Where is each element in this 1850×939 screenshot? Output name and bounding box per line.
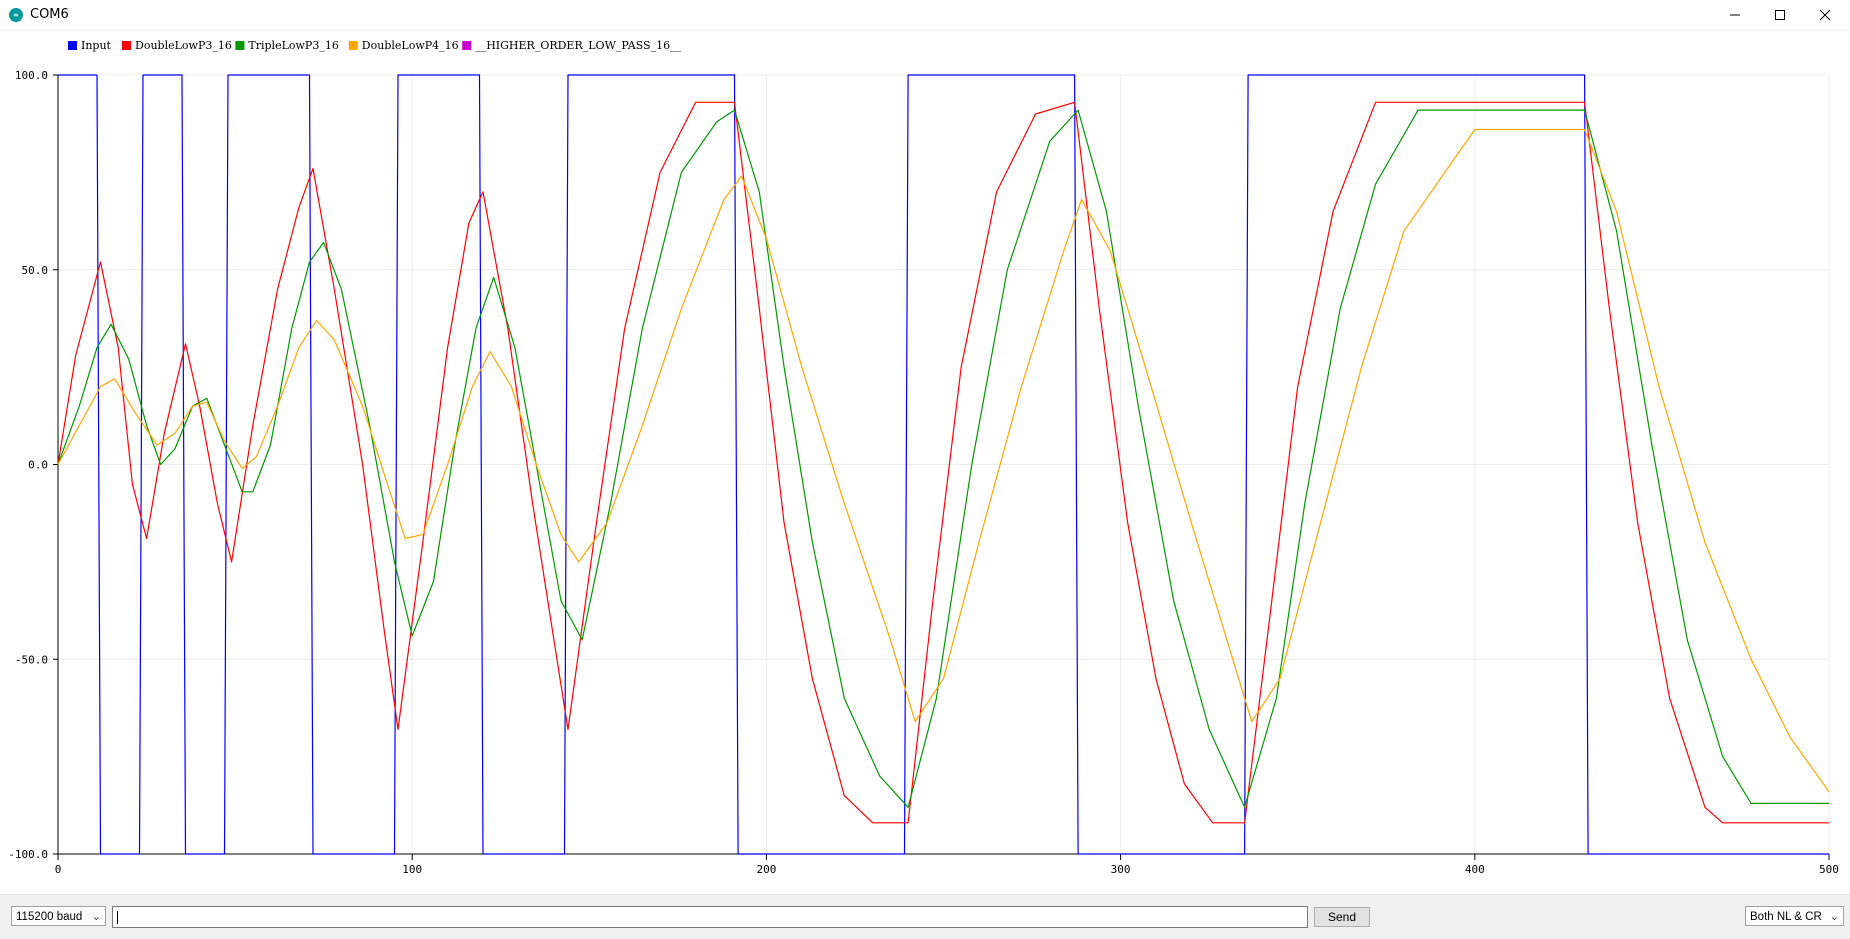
y-tick-label: 100.0	[15, 69, 48, 82]
window-title: COM6	[30, 7, 69, 22]
send-button[interactable]: Send	[1314, 907, 1370, 927]
legend: Input DoubleLowP3_16 TripleLowP3_16 DoubleL…	[68, 39, 682, 52]
x-tick-label: 200	[756, 863, 776, 876]
grid	[57, 74, 1830, 855]
arduino-logo-icon: ∞	[9, 8, 23, 22]
legend-swatch	[122, 41, 131, 50]
axes: 100.0 50.0 0.0 -50.0 -100.0 0 100 200 300 400 500	[8, 69, 1839, 876]
close-icon	[1819, 9, 1831, 21]
minimize-icon	[1730, 14, 1740, 16]
series-line-1	[57, 101, 1829, 824]
baud-rate-select[interactable]: 115200 baud ⌄	[11, 906, 106, 926]
close-button[interactable]	[1803, 0, 1847, 30]
legend-label: Input	[81, 39, 112, 52]
maximize-icon	[1775, 10, 1785, 20]
legend-label: TripleLowP3_16	[248, 39, 338, 52]
line-ending-value: Both NL & CR	[1750, 911, 1822, 923]
x-tick-label: 400	[1465, 863, 1485, 876]
minimize-button[interactable]	[1713, 0, 1757, 30]
legend-swatch	[68, 41, 77, 50]
maximize-button[interactable]	[1758, 0, 1802, 30]
serial-input[interactable]	[112, 906, 1308, 928]
x-tick-label: 500	[1819, 863, 1839, 876]
legend-swatch	[235, 41, 245, 50]
text-caret	[117, 911, 118, 924]
line-ending-select[interactable]: Both NL & CR ⌄	[1745, 906, 1844, 926]
legend-label: __HIGHER_ORDER_LOW_PASS_16__	[475, 39, 681, 52]
serial-plotter-chart: Input DoubleLowP3_16 TripleLowP3_16 DoubleL…	[8, 39, 1839, 876]
legend-label: DoubleLowP3_16	[135, 39, 232, 52]
title-bar: ∞ COM6	[0, 0, 1850, 31]
x-tick-label: 0	[55, 863, 62, 876]
bottom-toolbar: 115200 baud ⌄ Send Both NL & CR ⌄	[0, 894, 1850, 939]
legend-label: DoubleLowP4_16	[362, 39, 459, 52]
chevron-down-icon: ⌄	[1829, 911, 1839, 923]
y-tick-label: 50.0	[22, 264, 49, 277]
chevron-down-icon: ⌄	[91, 911, 101, 923]
x-tick-label: 300	[1111, 863, 1131, 876]
legend-swatch	[462, 41, 472, 50]
y-tick-label: -100.0	[8, 848, 48, 861]
y-tick-label: -50.0	[15, 653, 48, 666]
series-line-2	[57, 109, 1829, 808]
y-tick-label: 0.0	[28, 459, 48, 472]
x-tick-label: 100	[402, 863, 422, 876]
baud-rate-value: 115200 baud	[16, 911, 83, 923]
legend-swatch	[348, 41, 358, 50]
